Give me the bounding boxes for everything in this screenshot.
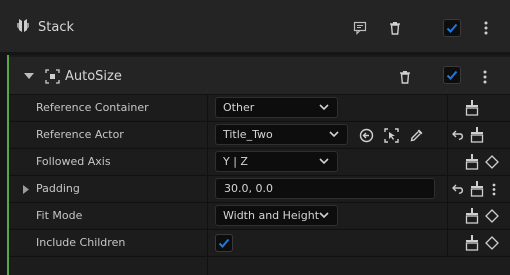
stack-header: Stack xyxy=(0,0,510,52)
row-divider xyxy=(207,95,208,121)
row-divider xyxy=(207,122,208,148)
browse-icon[interactable] xyxy=(383,127,399,143)
property-row-include-children: Include Children xyxy=(9,229,510,256)
property-row-fit-mode: Fit Mode Width and Height xyxy=(9,202,510,229)
row-divider xyxy=(207,230,208,256)
row-divider xyxy=(207,149,208,175)
row-divider xyxy=(207,203,208,229)
padding-input[interactable]: 30.0, 0.0 xyxy=(215,178,435,199)
autosize-icon xyxy=(44,68,60,84)
property-row-padding: Padding 30.0, 0.0 xyxy=(9,175,510,202)
stack-title: Stack xyxy=(38,20,74,35)
row-divider xyxy=(447,149,448,175)
more-options-icon[interactable] xyxy=(482,20,490,36)
reset-to-default-icon[interactable] xyxy=(451,182,465,196)
select-value: Other xyxy=(223,101,255,114)
property-label: Padding xyxy=(36,182,80,195)
row-divider xyxy=(447,176,448,202)
property-row-reference-container: Reference Container Other xyxy=(9,94,510,121)
row-divider xyxy=(447,230,448,256)
chevron-down-icon xyxy=(319,212,329,219)
include-children-checkbox[interactable] xyxy=(215,234,233,252)
select-value: Y | Z xyxy=(223,155,248,168)
fit-mode-select[interactable]: Width and Height xyxy=(215,205,338,226)
more-options-icon[interactable] xyxy=(481,69,489,85)
keyframe-stack-icon[interactable] xyxy=(464,153,480,171)
property-label: Reference Container xyxy=(36,101,149,114)
property-label: Include Children xyxy=(36,236,126,249)
chevron-down-icon xyxy=(329,131,339,138)
reset-to-default-icon[interactable] xyxy=(451,128,465,142)
row-divider xyxy=(447,122,448,148)
input-value: 30.0, 0.0 xyxy=(224,182,273,195)
autosize-header[interactable]: AutoSize xyxy=(9,57,510,95)
row-divider xyxy=(207,176,208,202)
keyframe-stack-icon[interactable] xyxy=(464,99,480,117)
stack-icon xyxy=(16,18,30,34)
property-label: Reference Actor xyxy=(36,128,124,141)
comment-icon[interactable] xyxy=(352,20,368,36)
keyframe-diamond-icon[interactable] xyxy=(485,155,499,169)
property-row-reference-actor: Reference Actor Title_Two xyxy=(9,121,510,148)
select-value: Width and Height xyxy=(223,209,320,222)
reference-actor-select[interactable]: Title_Two xyxy=(215,124,348,145)
row-divider xyxy=(447,95,448,121)
keyframe-stack-icon[interactable] xyxy=(464,207,480,225)
more-options-icon[interactable] xyxy=(490,182,498,196)
keyframe-diamond-icon[interactable] xyxy=(485,236,499,250)
eyedropper-icon[interactable] xyxy=(409,127,425,143)
autosize-panel: AutoSize Reference Container Other Refer… xyxy=(7,55,510,275)
keyframe-stack-icon[interactable] xyxy=(464,234,480,252)
keyframe-stack-icon[interactable] xyxy=(469,126,485,144)
delete-icon[interactable] xyxy=(388,20,402,36)
chevron-down-icon xyxy=(319,104,329,111)
autosize-enabled-checkbox[interactable] xyxy=(443,66,461,84)
delete-icon[interactable] xyxy=(398,69,412,85)
reference-container-select[interactable]: Other xyxy=(215,97,338,118)
property-row-followed-axis: Followed Axis Y | Z xyxy=(9,148,510,175)
expand-arrow-icon[interactable] xyxy=(22,184,30,194)
chevron-down-icon xyxy=(319,158,329,165)
use-selected-icon[interactable] xyxy=(358,127,374,143)
keyframe-diamond-icon[interactable] xyxy=(485,209,499,223)
row-divider xyxy=(447,203,448,229)
collapse-arrow-icon[interactable] xyxy=(23,71,35,81)
autosize-title: AutoSize xyxy=(65,69,122,84)
property-label: Fit Mode xyxy=(36,209,83,222)
stack-enabled-checkbox[interactable] xyxy=(443,19,461,37)
followed-axis-select[interactable]: Y | Z xyxy=(215,151,338,172)
keyframe-stack-icon[interactable] xyxy=(469,180,485,198)
select-value: Title_Two xyxy=(223,128,273,141)
empty-row xyxy=(9,256,510,275)
row-divider xyxy=(207,257,208,275)
property-label: Followed Axis xyxy=(36,155,111,168)
